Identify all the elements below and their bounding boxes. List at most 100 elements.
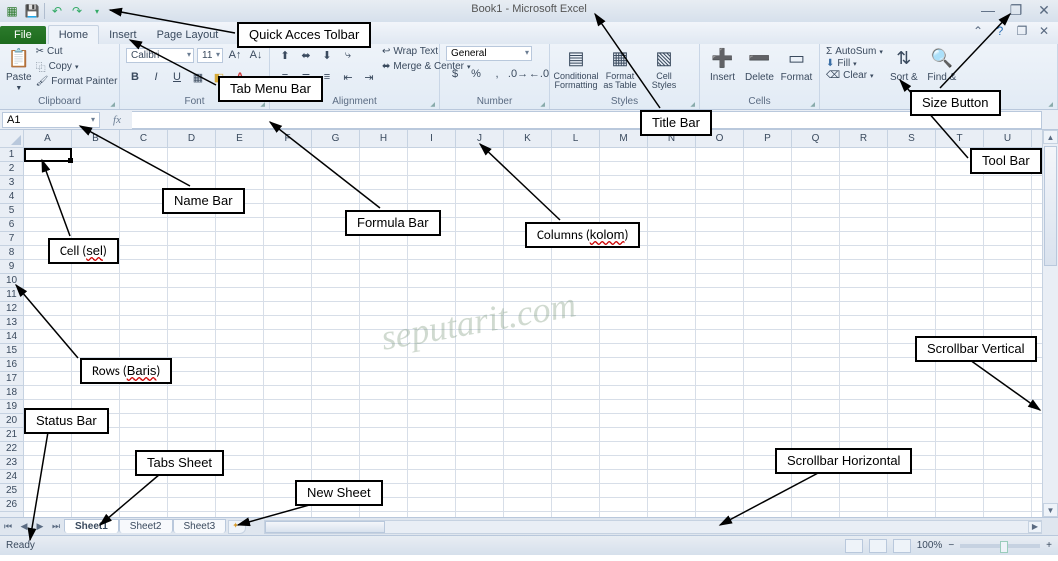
format-painter-button[interactable]: 🖌Format Painter [36, 76, 118, 87]
workbook-close-icon[interactable]: ✕ [1036, 24, 1052, 38]
help-icon[interactable]: ? [992, 24, 1008, 38]
decrease-font-icon[interactable]: A↓ [247, 46, 265, 64]
column-header[interactable]: T [936, 130, 984, 147]
row-header[interactable]: 24 [0, 470, 23, 484]
save-icon[interactable]: 💾 [24, 3, 40, 19]
row-header[interactable]: 4 [0, 190, 23, 204]
orientation-icon[interactable]: ⤷ [339, 46, 357, 64]
fx-icon[interactable]: fx [102, 114, 132, 126]
column-header[interactable]: H [360, 130, 408, 147]
column-header[interactable]: Q [792, 130, 840, 147]
column-header[interactable]: S [888, 130, 936, 147]
zoom-in-icon[interactable]: + [1046, 540, 1052, 551]
row-header[interactable]: 23 [0, 456, 23, 470]
row-header[interactable]: 17 [0, 372, 23, 386]
conditional-formatting-button[interactable]: ▤Conditional Formatting [556, 46, 596, 90]
row-header[interactable]: 5 [0, 204, 23, 218]
row-header[interactable]: 6 [0, 218, 23, 232]
minimize-button[interactable]: — [980, 2, 996, 19]
name-box[interactable]: A1 [2, 112, 100, 128]
column-header[interactable]: U [984, 130, 1032, 147]
row-header[interactable]: 19 [0, 400, 23, 414]
minimize-ribbon-icon[interactable]: ⌃ [970, 24, 986, 38]
border-button[interactable]: ▦ [189, 68, 207, 86]
row-header[interactable]: 3 [0, 176, 23, 190]
column-header[interactable]: G [312, 130, 360, 147]
sheet-tab-2[interactable]: Sheet2 [119, 519, 173, 533]
sheet-nav-last-icon[interactable]: ⏭ [48, 519, 64, 535]
column-header[interactable]: L [552, 130, 600, 147]
row-header[interactable]: 7 [0, 232, 23, 246]
column-header[interactable]: F [264, 130, 312, 147]
scroll-up-icon[interactable]: ▲ [1043, 130, 1058, 144]
close-button[interactable]: ✕ [1036, 2, 1052, 19]
decrease-indent-icon[interactable]: ⇤ [339, 68, 357, 86]
qat-customize-icon[interactable]: ▾ [89, 3, 105, 19]
autosum-button[interactable]: ΣAutoSum▾ [826, 46, 883, 57]
row-header[interactable]: 16 [0, 358, 23, 372]
vertical-scrollbar[interactable]: ▲ ▼ [1042, 130, 1058, 517]
column-header[interactable]: C [120, 130, 168, 147]
tab-home[interactable]: Home [48, 25, 99, 44]
restore-button[interactable]: ❐ [1008, 2, 1024, 19]
zoom-slider[interactable] [960, 544, 1040, 548]
copy-button[interactable]: ⿻Copy▾ [36, 59, 118, 74]
new-sheet-button[interactable] [228, 520, 246, 534]
sheet-nav-prev-icon[interactable]: ◀ [16, 519, 32, 535]
sheet-nav-first-icon[interactable]: ⏮ [0, 519, 16, 535]
column-header[interactable]: D [168, 130, 216, 147]
align-middle-icon[interactable]: ⬌ [297, 46, 315, 64]
page-layout-view-icon[interactable] [869, 539, 887, 553]
format-cells-button[interactable]: ▭Format [780, 46, 813, 83]
font-name-select[interactable]: Calibri [126, 48, 194, 63]
cut-button[interactable]: ✂Cut [36, 46, 118, 57]
sheet-nav-next-icon[interactable]: ▶ [32, 519, 48, 535]
column-header[interactable]: K [504, 130, 552, 147]
file-tab[interactable]: File [0, 26, 46, 44]
column-header[interactable]: E [216, 130, 264, 147]
zoom-level[interactable]: 100% [917, 540, 943, 551]
row-header[interactable]: 22 [0, 442, 23, 456]
percent-format-icon[interactable]: % [467, 65, 485, 83]
active-cell[interactable] [24, 148, 72, 162]
undo-icon[interactable]: ↶ [49, 3, 65, 19]
horizontal-scrollbar[interactable]: ◀ ▶ [264, 520, 1042, 534]
align-top-icon[interactable]: ⬆ [276, 46, 294, 64]
font-size-select[interactable]: 11 [197, 48, 223, 63]
row-header[interactable]: 15 [0, 344, 23, 358]
sheet-tab-1[interactable]: Sheet1 [64, 519, 119, 533]
bold-button[interactable]: B [126, 68, 144, 86]
row-header[interactable]: 13 [0, 316, 23, 330]
sheet-tab-3[interactable]: Sheet3 [173, 519, 227, 533]
row-header[interactable]: 12 [0, 302, 23, 316]
scroll-down-icon[interactable]: ▼ [1043, 503, 1058, 517]
page-break-view-icon[interactable] [893, 539, 911, 553]
clear-button[interactable]: ⌫Clear▾ [826, 70, 883, 81]
increase-decimal-icon[interactable]: .0→ [509, 65, 527, 83]
select-all-corner[interactable] [0, 130, 24, 148]
tab-insert[interactable]: Insert [99, 26, 147, 44]
row-header[interactable]: 26 [0, 498, 23, 512]
row-header[interactable]: 10 [0, 274, 23, 288]
row-header[interactable]: 1 [0, 148, 23, 162]
insert-cells-button[interactable]: ➕Insert [706, 46, 739, 83]
italic-button[interactable]: I [147, 68, 165, 86]
workbook-restore-icon[interactable]: ❐ [1014, 24, 1030, 38]
column-header[interactable]: A [24, 130, 72, 147]
column-header[interactable]: I [408, 130, 456, 147]
row-header[interactable]: 2 [0, 162, 23, 176]
tab-page-layout[interactable]: Page Layout [147, 26, 229, 44]
column-header[interactable]: R [840, 130, 888, 147]
row-header[interactable]: 25 [0, 484, 23, 498]
row-header[interactable]: 20 [0, 414, 23, 428]
redo-icon[interactable]: ↷ [69, 3, 85, 19]
find-select-button[interactable]: 🔍Find & [925, 46, 959, 83]
vscroll-thumb[interactable] [1044, 146, 1057, 266]
delete-cells-button[interactable]: ➖Delete [743, 46, 776, 83]
align-bottom-icon[interactable]: ⬇ [318, 46, 336, 64]
row-header[interactable]: 11 [0, 288, 23, 302]
row-header[interactable]: 21 [0, 428, 23, 442]
scroll-right-icon[interactable]: ▶ [1028, 521, 1042, 533]
column-header[interactable]: J [456, 130, 504, 147]
row-header[interactable]: 18 [0, 386, 23, 400]
